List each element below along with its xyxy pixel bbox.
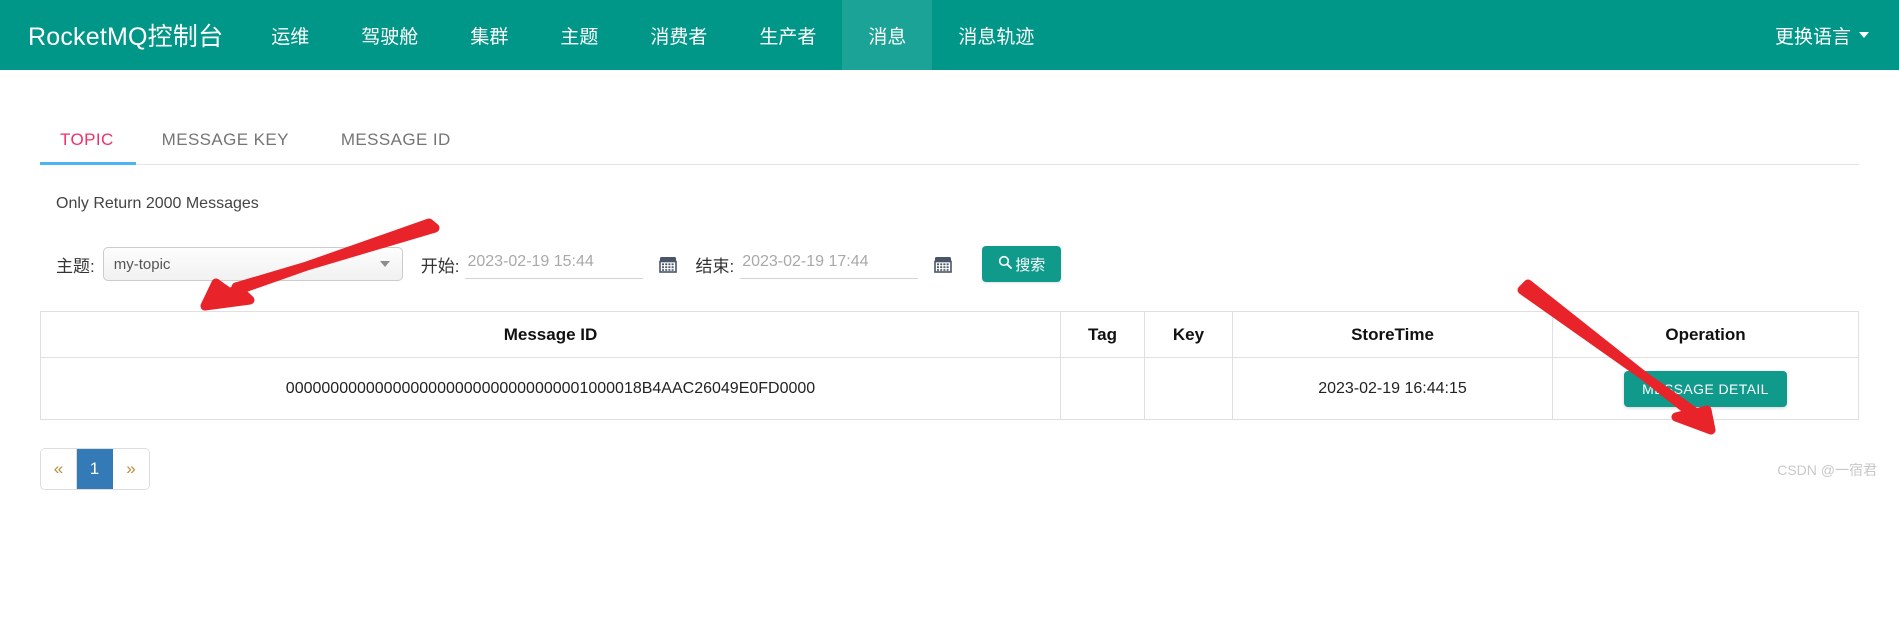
nav-item-producer[interactable]: 生产者 [733,0,842,70]
nav-item-consumer[interactable]: 消费者 [624,0,733,70]
result-limit-notice: Only Return 2000 Messages [56,195,259,212]
app-brand[interactable]: RocketMQ控制台 [0,0,245,70]
end-time-label: 结束: [695,256,735,276]
cell-key [1144,357,1233,420]
messages-table-wrapper: Message ID Tag Key StoreTime Operation 0… [40,311,1859,420]
tab-message-key[interactable]: MESSAGE KEY [136,130,315,164]
topic-select-value: my-topic [113,255,171,273]
cell-store-time: 2023-02-19 16:44:15 [1232,357,1553,420]
messages-table: Message ID Tag Key StoreTime Operation 0… [40,311,1859,420]
nav-item-topic[interactable]: 主题 [534,0,624,70]
cell-tag [1060,357,1145,420]
search-form: 主题: my-topic 开始: 结束: [56,243,1859,285]
begin-time-input[interactable] [465,249,644,279]
language-switcher[interactable]: 更换语言 [1745,0,1899,70]
begin-time-label: 开始: [420,256,460,276]
table-body: 0000000000000000000000000000000001000018… [40,357,1859,420]
pagination: « 1 » [40,448,150,490]
calendar-icon[interactable] [659,255,678,273]
tab-topic[interactable]: TOPIC [40,130,136,165]
table-header-row: Message ID Tag Key StoreTime Operation [40,311,1859,358]
topic-select[interactable]: my-topic [102,247,403,281]
search-icon [998,255,1013,273]
column-header-tag: Tag [1060,311,1145,358]
nav-item-message[interactable]: 消息 [842,0,933,70]
column-header-store-time: StoreTime [1232,311,1553,358]
message-detail-button[interactable]: MESSAGE DETAIL [1624,370,1787,407]
table-row: 0000000000000000000000000000000001000018… [40,357,1859,420]
calendar-icon[interactable] [934,255,953,273]
nav-items: 运维 驾驶舱 集群 主题 消费者 生产者 消息 消息轨迹 [245,0,1060,70]
tab-message-id[interactable]: MESSAGE ID [315,130,477,164]
cell-operation: MESSAGE DETAIL [1552,357,1859,420]
nav-item-message-trace[interactable]: 消息轨迹 [932,0,1060,70]
nav-item-ops[interactable]: 运维 [245,0,335,70]
page-content: TOPIC MESSAGE KEY MESSAGE ID Only Return… [0,113,1899,490]
nav-item-cluster[interactable]: 集群 [444,0,534,70]
top-navbar: RocketMQ控制台 运维 驾驶舱 集群 主题 消费者 生产者 消息 消息轨迹… [0,0,1899,70]
pagination-page-1[interactable]: 1 [77,449,113,489]
column-header-key: Key [1144,311,1233,358]
search-button[interactable]: 搜索 [982,246,1062,282]
pagination-next[interactable]: » [113,449,149,489]
table-head: Message ID Tag Key StoreTime Operation [40,311,1859,358]
tab-bar: TOPIC MESSAGE KEY MESSAGE ID [40,113,1859,165]
nav-item-dashboard[interactable]: 驾驶舱 [335,0,444,70]
cell-message-id: 0000000000000000000000000000000001000018… [40,357,1061,420]
language-switcher-label: 更换语言 [1774,26,1851,48]
search-button-label: 搜索 [1015,256,1046,274]
chevron-down-icon [379,261,390,267]
topic-label: 主题: [56,256,95,276]
column-header-operation: Operation [1552,311,1859,358]
watermark: CSDN @一宿君 [1777,462,1877,478]
pagination-prev[interactable]: « [41,449,77,489]
chevron-down-icon [1859,32,1869,38]
end-time-input[interactable] [740,249,919,279]
column-header-message-id: Message ID [40,311,1061,358]
